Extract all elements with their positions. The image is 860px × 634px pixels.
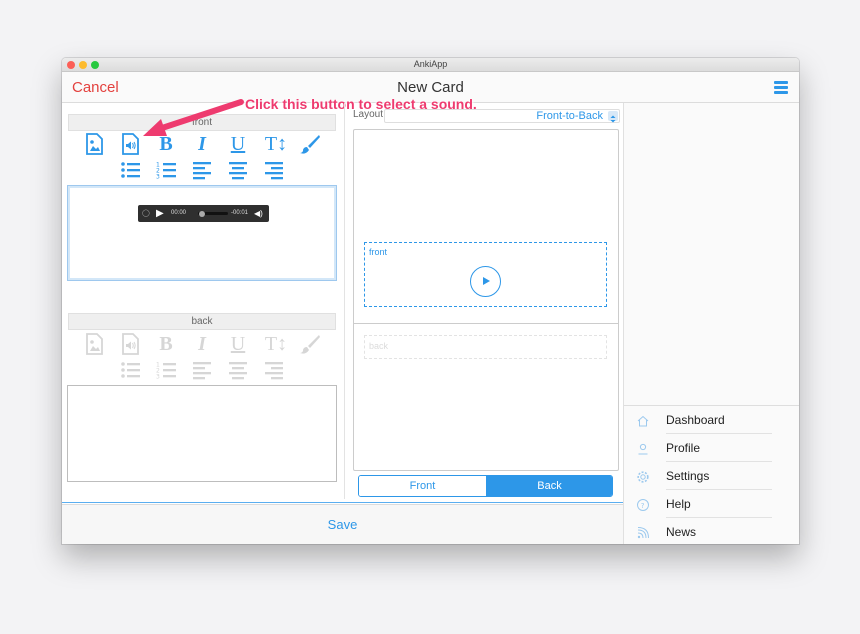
brush-icon-disabled xyxy=(299,333,321,355)
brush-icon[interactable] xyxy=(299,133,321,155)
gear-icon xyxy=(636,470,650,484)
back-preview-area[interactable]: back xyxy=(364,335,607,359)
play-icon[interactable] xyxy=(470,266,501,297)
sidebar-item-dashboard[interactable]: Dashboard xyxy=(624,406,799,434)
bulleted-list-icon-disabled xyxy=(119,359,141,381)
audio-play-icon[interactable]: ▶ xyxy=(156,205,164,222)
align-left-icon[interactable] xyxy=(191,159,213,181)
sidebar-item-help[interactable]: ? Help xyxy=(624,490,799,518)
app-window: AnkiApp Cancel New Card front B I U T↕ 1… xyxy=(62,58,799,544)
bulleted-list-icon[interactable] xyxy=(119,159,141,181)
layout-select-value: Front-to-Back xyxy=(536,110,603,122)
hamburger-menu-icon[interactable] xyxy=(774,81,788,94)
text-size-button[interactable]: T↕ xyxy=(263,133,289,155)
sidebar-item-label: Dashboard xyxy=(666,413,725,427)
rewind-icon[interactable]: ◯ xyxy=(142,205,150,222)
select-arrows-icon xyxy=(608,111,618,123)
segment-back[interactable]: Back xyxy=(486,476,612,496)
audio-progress-knob[interactable] xyxy=(199,210,205,217)
sidebar-item-label: Profile xyxy=(666,441,701,455)
layout-label: Layout xyxy=(353,109,384,120)
insert-image-icon-disabled xyxy=(83,333,105,355)
preview-divider xyxy=(354,323,618,324)
window-title: AnkiApp xyxy=(413,59,448,69)
back-editor[interactable] xyxy=(67,385,337,482)
insert-image-icon[interactable] xyxy=(83,133,105,155)
save-button[interactable]: Save xyxy=(62,517,623,532)
align-right-icon-disabled xyxy=(263,359,285,381)
front-preview-area[interactable]: front xyxy=(364,242,607,307)
audio-current-time: 00:00 xyxy=(171,210,187,216)
layout-select[interactable]: Front-to-Back xyxy=(384,109,620,123)
sidebar-item-label: Settings xyxy=(666,469,710,483)
numbered-list-icon[interactable]: 123 xyxy=(155,159,177,181)
card-preview: front back xyxy=(353,129,619,471)
align-left-icon-disabled xyxy=(191,359,213,381)
annotation-arrow-icon xyxy=(143,99,244,136)
column-divider xyxy=(344,103,345,499)
underline-button-disabled: U xyxy=(230,333,246,355)
svg-text:3: 3 xyxy=(156,174,160,181)
align-center-icon[interactable] xyxy=(227,159,249,181)
text-size-button-disabled: T↕ xyxy=(264,333,288,355)
front-editor[interactable]: ◯ ▶ 00:00 -00:01 ◀) xyxy=(67,185,337,281)
save-bar: Save xyxy=(62,502,623,544)
front-preview-label: front xyxy=(369,247,388,257)
back-preview-label: back xyxy=(369,341,389,351)
rss-icon xyxy=(636,526,650,540)
side-segmented-control: Front Back xyxy=(358,475,613,497)
sidebar-item-news[interactable]: News xyxy=(624,518,799,544)
volume-icon[interactable]: ◀) xyxy=(254,205,263,222)
sidebar-item-settings[interactable]: Settings xyxy=(624,462,799,490)
italic-button-disabled: I xyxy=(198,333,206,355)
sidebar-item-profile[interactable]: Profile xyxy=(624,434,799,462)
audio-remaining-time: -00:01 xyxy=(231,210,249,216)
svg-text:?: ? xyxy=(641,502,645,510)
audio-player[interactable]: ◯ ▶ 00:00 -00:01 ◀) xyxy=(138,205,269,222)
sidebar-item-label: Help xyxy=(666,497,691,511)
svg-text:3: 3 xyxy=(156,374,160,381)
page-title: New Card xyxy=(397,79,464,96)
align-right-icon[interactable] xyxy=(263,159,285,181)
sidebar: Dashboard Profile Settings ? Help News xyxy=(623,103,799,544)
back-section-label: back xyxy=(68,313,336,330)
home-icon xyxy=(636,414,650,428)
numbered-list-icon-disabled: 123 xyxy=(155,359,177,381)
title-bar: AnkiApp xyxy=(62,58,799,72)
segment-front[interactable]: Front xyxy=(359,476,486,496)
bold-button-disabled: B xyxy=(159,333,173,355)
help-icon: ? xyxy=(636,498,650,512)
user-icon xyxy=(636,442,650,456)
align-center-icon-disabled xyxy=(227,359,249,381)
insert-sound-icon-disabled xyxy=(119,333,141,355)
sidebar-item-label: News xyxy=(666,525,697,539)
